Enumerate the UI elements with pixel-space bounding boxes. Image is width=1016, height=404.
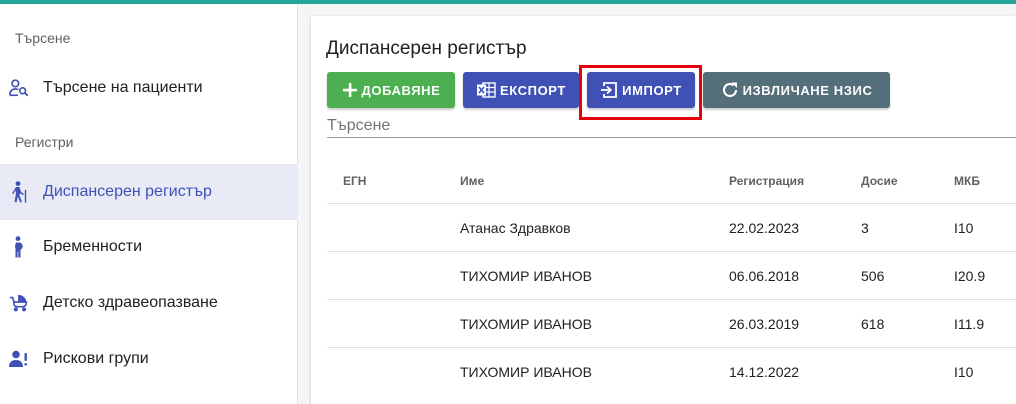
walking-person-icon [9,181,29,203]
table-row[interactable]: ТИХОМИР ИВАНОВ 26.03.2019 618 I11.9 [327,299,1016,347]
plus-icon [342,83,357,97]
cell-mkb: I10 [954,364,974,380]
sidebar-item-label: Търсене на пациенти [43,79,203,96]
cell-registration: 14.12.2022 [729,364,800,380]
export-button-label: ЕКСПОРТ [500,82,566,98]
refresh-icon [722,82,737,98]
cell-registration: 26.03.2019 [729,316,800,332]
sidebar-item-dispensary-register[interactable]: Диспансерен регистър [0,164,298,220]
column-header-registration[interactable]: Регистрация [729,174,804,188]
sidebar-section-search: Търсене [15,30,71,46]
sidebar-item-label: Рискови групи [43,350,149,367]
table-row[interactable]: ТИХОМИР ИВАНОВ 14.12.2022 I10 [327,347,1016,395]
table-row[interactable]: ТИХОМИР ИВАНОВ 06.06.2018 506 I20.9 [327,251,1016,299]
sidebar-item-label: Детско здравеопазване [43,294,218,311]
export-button[interactable]: ЕКСПОРТ [463,72,579,108]
sidebar: Търсене Търсене на пациенти Регистри Дис… [0,4,298,404]
cell-name: ТИХОМИР ИВАНОВ [460,316,592,332]
sidebar-item-label: Бременности [43,238,143,255]
sidebar-item-label: Диспансерен регистър [43,183,212,200]
page-title: Диспансерен регистър [326,38,527,59]
cell-name: ТИХОМИР ИВАНОВ [460,268,592,284]
baby-carriage-icon [9,292,29,314]
add-button[interactable]: ДОБАВЯНЕ [327,72,455,108]
excel-icon [477,82,496,98]
cell-mkb: I10 [954,220,974,236]
cell-name: Атанас Здравков [460,220,571,236]
add-button-label: ДОБАВЯНЕ [361,82,441,98]
import-highlight-box [579,65,702,120]
cell-mkb: I11.9 [954,316,985,332]
sidebar-item-child-healthcare[interactable]: Детско здравеопазване [0,275,298,331]
fetch-nzis-button[interactable]: ИЗВЛИЧАНЕ НЗИС [703,72,890,108]
sidebar-item-pregnancies[interactable]: Бременности [0,219,298,275]
column-header-mkb[interactable]: МКБ [954,174,980,188]
cell-registration: 22.02.2023 [729,220,800,236]
main-panel: Диспансерен регистър ДОБАВЯНЕ ЕКСПОРТ ИМ… [311,16,1016,404]
search-input[interactable] [327,114,1016,138]
sidebar-item-risk-groups[interactable]: Рискови групи [0,331,298,387]
sidebar-item-patient-search[interactable]: Търсене на пациенти [0,60,298,116]
cell-registration: 06.06.2018 [729,268,800,284]
cell-name: ТИХОМИР ИВАНОВ [460,364,592,380]
fetch-nzis-button-label: ИЗВЛИЧАНЕ НЗИС [742,82,873,98]
table-row[interactable]: Атанас Здравков 22.02.2023 3 I10 [327,203,1016,251]
cell-dossier: 506 [861,268,885,284]
pregnant-woman-icon [9,236,29,258]
cell-dossier: 618 [861,316,885,332]
cell-dossier: 3 [861,220,869,236]
user-group-icon [9,348,29,370]
cell-mkb: I20.9 [954,268,986,284]
column-header-dossier[interactable]: Досие [861,174,898,188]
column-header-egn[interactable]: ЕГН [343,174,366,188]
sidebar-section-registers: Регистри [15,134,74,150]
column-header-name[interactable]: Име [460,174,484,188]
patient-search-icon [9,77,29,99]
